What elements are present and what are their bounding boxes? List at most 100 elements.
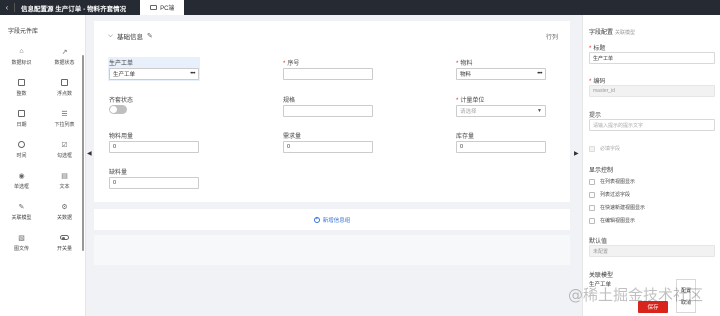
config-code-field: * 编码 master_id	[589, 76, 715, 97]
component-item-integer[interactable]: 整数	[0, 78, 43, 103]
component-label: 数据标识	[11, 60, 32, 66]
shortage-qty-input[interactable]: 0	[109, 177, 199, 189]
demand-qty-input[interactable]: 0	[283, 141, 373, 153]
kit-status-switch[interactable]	[109, 105, 127, 114]
field-value: 生产工单	[113, 72, 136, 78]
layout-toggle[interactable]: 行列	[546, 32, 558, 41]
field-demand-qty[interactable]: 需求量 0	[283, 131, 373, 153]
component-item-text[interactable]: ▤ 文本	[43, 171, 86, 196]
checkbox[interactable]	[589, 217, 595, 224]
component-label: 关联模型	[11, 215, 32, 221]
decimal-icon	[60, 78, 69, 87]
field-shortage-qty[interactable]: 缺料量 0	[109, 167, 199, 189]
field-material-usage[interactable]: 物料用量 0	[109, 131, 199, 153]
display-option[interactable]: 在列表视图显示	[589, 178, 635, 185]
hint-input[interactable]: 请输入提示的提示文字	[589, 119, 715, 131]
section-header[interactable]: ⌵ 基础信息 ✎	[108, 31, 153, 41]
field-label: 库存量	[456, 134, 475, 140]
component-item-related-data[interactable]: ⚙ 关数据	[43, 202, 86, 227]
image-text-icon: ▧	[18, 234, 25, 242]
tab-pc[interactable]: PC端	[140, 0, 185, 15]
title-input[interactable]: 生产工单	[589, 52, 715, 64]
link-model-icon: ✎	[18, 203, 25, 211]
config-subtitle: 关联模型	[615, 30, 636, 36]
text-icon: ▤	[61, 172, 68, 180]
field-label: 提示	[589, 113, 602, 119]
chevron-left-icon[interactable]: ‹	[0, 3, 14, 12]
serial-no-input[interactable]	[283, 68, 373, 80]
field-label: * 序号	[283, 61, 300, 67]
display-option[interactable]: 在快速新建视图显示	[589, 204, 645, 211]
component-label: 时间	[16, 153, 27, 159]
component-label: 开关量	[56, 246, 72, 252]
production-order-input[interactable]: 生产工单 •••	[109, 68, 199, 80]
display-option[interactable]: 列表过滤字段	[589, 191, 630, 198]
component-item-link-model[interactable]: ✎ 关联模型	[0, 202, 43, 227]
component-label: 文本	[59, 184, 70, 190]
field-material[interactable]: * 物料 物料 •••	[456, 58, 546, 80]
spec-input[interactable]	[283, 105, 373, 117]
more-icon[interactable]: •••	[190, 71, 195, 77]
status-icon: ↗	[61, 48, 68, 56]
component-item-checkbox[interactable]: ☑ 勾选框	[43, 140, 86, 165]
field-value: 物料	[460, 72, 472, 78]
component-item-time[interactable]: 时间	[0, 140, 43, 165]
checkbox[interactable]	[589, 204, 595, 211]
collapse-left-icon[interactable]: ◀	[87, 150, 92, 157]
default-value-input[interactable]: 未配置	[589, 245, 715, 257]
left-scrollbar[interactable]	[82, 55, 84, 251]
field-spec[interactable]: 规格	[283, 95, 373, 117]
component-item-image-text[interactable]: ▧ 图文传	[0, 233, 43, 258]
chevron-down-icon: ▼	[537, 108, 542, 114]
component-item-date[interactable]: 日期	[0, 109, 43, 134]
field-label: 物料用量	[109, 134, 134, 140]
settings-icon: ⚙	[61, 203, 68, 211]
material-usage-input[interactable]: 0	[109, 141, 199, 153]
field-kit-status[interactable]: 齐套状态	[109, 95, 199, 114]
divider	[14, 3, 15, 12]
config-default-field: 默认值 未配置	[589, 236, 715, 257]
component-library-panel: 字段元件库 ⌂ 数据标识 ↗ 数据状态 整数 浮点数 日期 ☰ 下拉列表 时间 ☑ 勾选…	[0, 15, 86, 316]
field-label: 缺料量	[109, 170, 128, 176]
display-option[interactable]: 在编辑视图显示	[589, 217, 635, 224]
component-label: 勾选框	[56, 153, 72, 159]
edit-icon[interactable]: ✎	[147, 32, 153, 40]
component-library-title: 字段元件库	[8, 29, 39, 35]
component-item-data-id[interactable]: ⌂ 数据标识	[0, 47, 43, 72]
dropdown-icon: ☰	[61, 110, 68, 118]
component-item-radio[interactable]: ◉ 单选框	[0, 171, 43, 196]
field-unit[interactable]: * 计量单位 请选择 ▼	[456, 95, 546, 117]
clock-icon	[17, 140, 26, 149]
component-item-toggle[interactable]: 开关量	[43, 233, 86, 258]
component-label: 浮点数	[56, 91, 72, 97]
page-title: 信息配置源 生产订单 - 物料齐套情况	[21, 5, 127, 13]
more-icon[interactable]: •••	[537, 71, 542, 77]
field-serial-no[interactable]: * 序号	[283, 58, 373, 80]
checkbox[interactable]	[589, 178, 595, 185]
section-title: 基础信息	[116, 34, 143, 41]
component-item-dropdown[interactable]: ☰ 下拉列表	[43, 109, 86, 134]
field-label: 齐套状态	[109, 98, 134, 104]
integer-icon	[17, 78, 26, 87]
field-stock-qty[interactable]: 库存量 0	[456, 131, 546, 153]
checkbox[interactable]	[589, 191, 595, 198]
add-section-button[interactable]: + 新增信息组	[94, 209, 570, 230]
unit-select[interactable]: 请选择 ▼	[456, 105, 546, 117]
field-production-order[interactable]: 生产工单 生产工单 •••	[108, 57, 200, 81]
component-label: 下拉列表	[54, 122, 75, 128]
component-label: 单选框	[13, 184, 29, 190]
calendar-icon	[17, 109, 26, 118]
section-card: ⌵ 基础信息 ✎ 行列 生产工单 生产工单 ••• * 序号 * 物料 物料 •••	[94, 21, 570, 202]
field-label: * 计量单位	[456, 98, 485, 104]
plus-icon: +	[313, 216, 320, 223]
component-item-data-status[interactable]: ↗ 数据状态	[43, 47, 86, 72]
collapse-right-icon[interactable]: ▶	[574, 150, 579, 157]
component-label: 日期	[16, 122, 27, 128]
checkbox-label: 必填字段	[600, 146, 621, 152]
chevron-down-icon[interactable]: ⌵	[108, 32, 113, 40]
material-input[interactable]: 物料 •••	[456, 68, 546, 80]
stock-qty-input[interactable]: 0	[456, 141, 546, 153]
component-item-decimal[interactable]: 浮点数	[43, 78, 86, 103]
field-config-panel: 字段配置 关联模型 * 标题 生产工单 * 编码 master_id 提示 请输入提示…	[582, 15, 720, 316]
field-label: 规格	[283, 98, 296, 104]
